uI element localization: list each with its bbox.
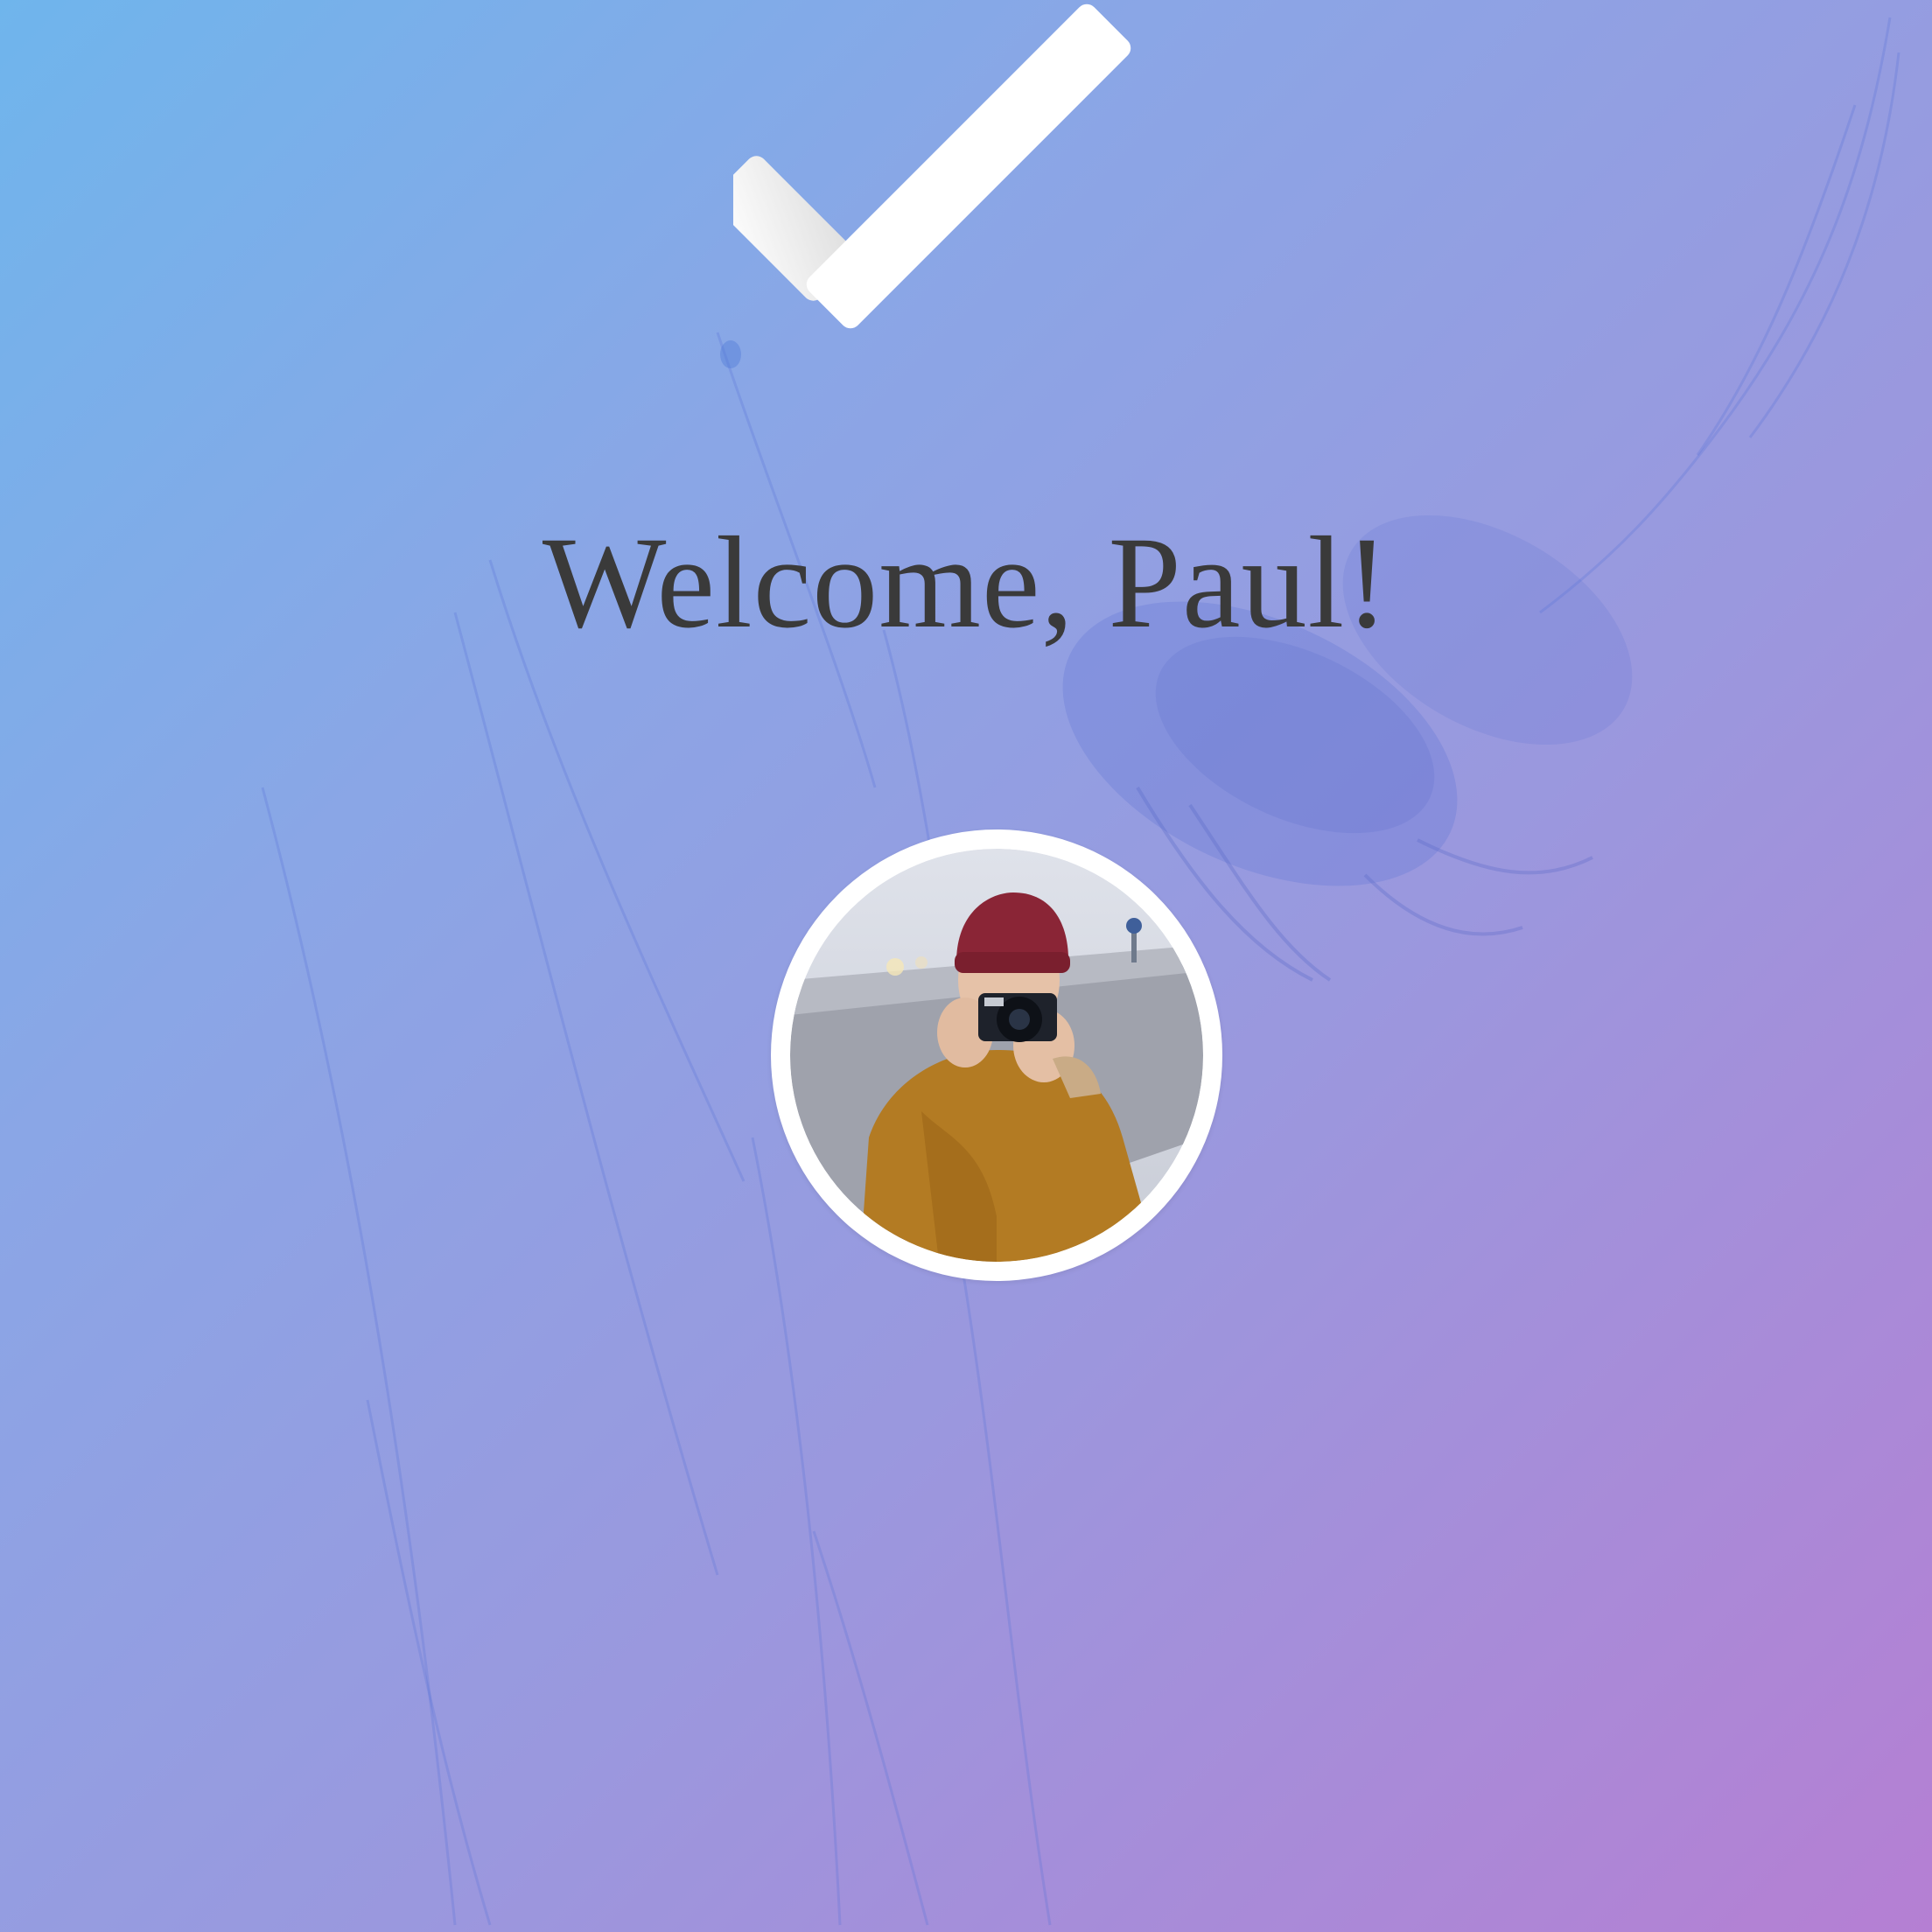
user-avatar-photo	[790, 849, 1203, 1262]
welcome-heading: Welcome, Paul!	[542, 509, 1390, 655]
welcome-screen: Welcome, Paul!	[0, 0, 1932, 1932]
user-avatar	[771, 830, 1222, 1281]
checkmark-icon	[733, 4, 1131, 329]
